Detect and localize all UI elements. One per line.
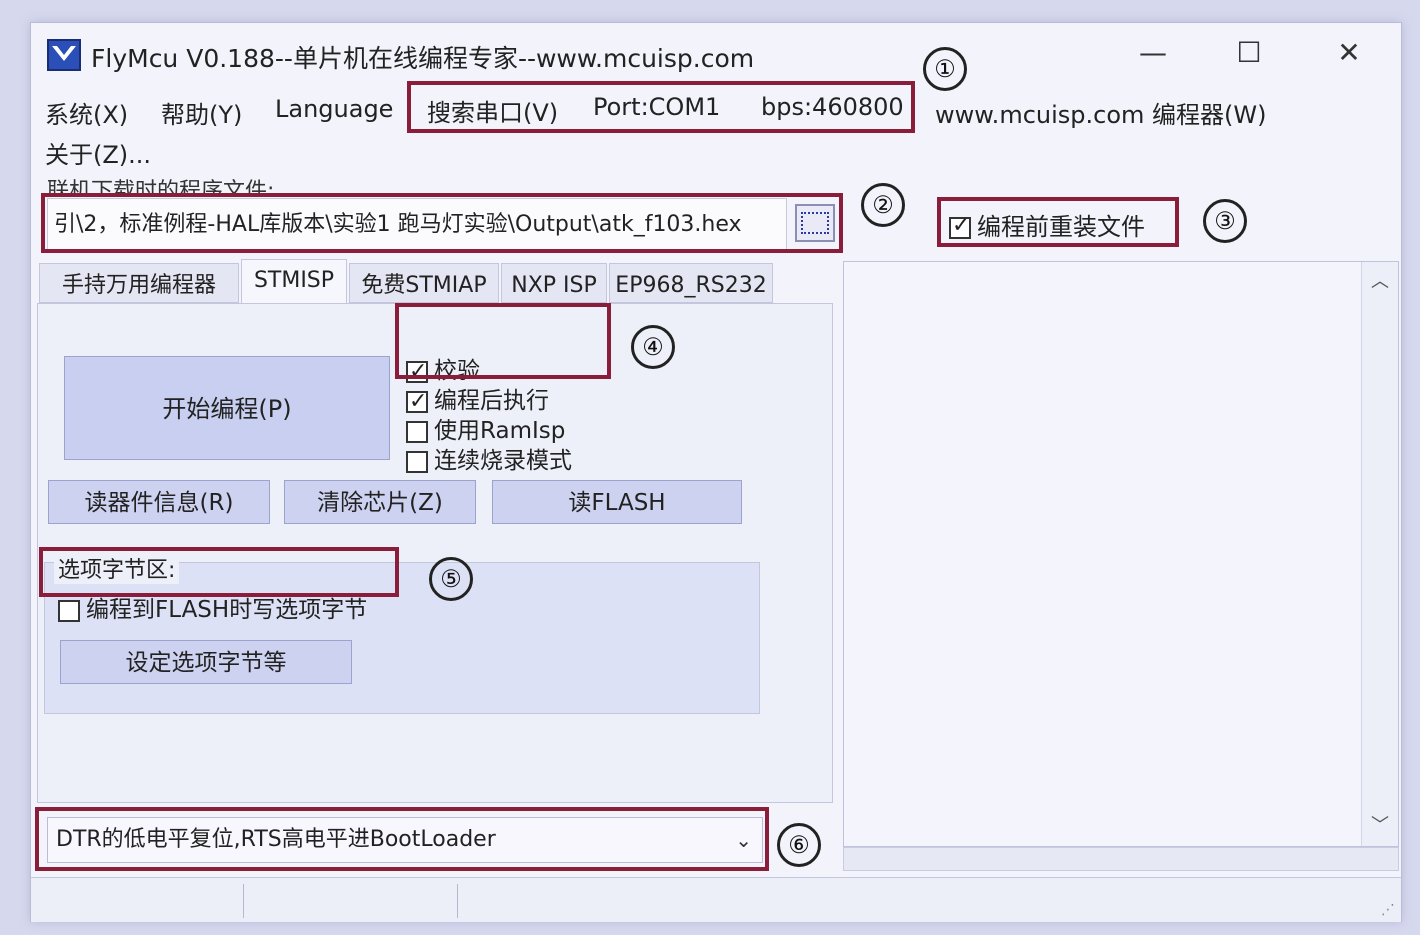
vertical-scrollbar[interactable]: ︿ ﹀ [1361, 262, 1398, 846]
option-bytes-group [44, 562, 760, 714]
menu-language[interactable]: Language [275, 95, 393, 123]
reset-mode-value: DTR的低电平复位,RTS高电平进BootLoader [56, 827, 496, 852]
status-bar: ⋰ [31, 877, 1401, 922]
option-run-after-label: 编程后执行 [434, 388, 549, 414]
file-path-input[interactable]: 引\2，标准例程-HAL库版本\实验1 跑马灯实验\Output\atk_f10… [47, 198, 787, 250]
status-divider [457, 884, 458, 918]
log-output-area[interactable]: ︿ ﹀ [843, 261, 1399, 847]
horizontal-scrollbar[interactable] [843, 847, 1399, 871]
menu-about[interactable]: 关于(Z)... [45, 135, 151, 170]
tab-stmisp[interactable]: STMISP [241, 259, 347, 305]
reload-check-icon[interactable] [949, 213, 971, 239]
chevron-down-icon[interactable]: ⌄ [735, 818, 752, 862]
title-bar: FlyMcu V0.188--单片机在线编程专家--www.mcuisp.com… [31, 23, 1401, 87]
flymcu-window: FlyMcu V0.188--单片机在线编程专家--www.mcuisp.com… [30, 22, 1402, 922]
option-continuous-label: 连续烧录模式 [434, 448, 572, 474]
resize-grip-icon[interactable]: ⋰ [1381, 902, 1395, 918]
read-device-info-button[interactable]: 读器件信息(R) [48, 480, 270, 524]
callout-3: ③ [1203, 199, 1247, 243]
scroll-down-icon[interactable]: ﹀ [1362, 806, 1398, 846]
continuous-check-icon[interactable] [406, 450, 428, 473]
option-checklist: 校验 编程后执行 使用RamIsp 连续烧录模式 [406, 356, 572, 476]
tab-nxp-isp[interactable]: NXP ISP [501, 263, 607, 303]
option-ramisp-label: 使用RamIsp [434, 418, 566, 444]
menu-search-port[interactable]: 搜索串口(V) [427, 93, 558, 128]
write-option-label: 编程到FLASH时写选项字节 [86, 597, 368, 623]
option-ramisp[interactable]: 使用RamIsp [406, 416, 572, 446]
reload-file-label: 编程前重装文件 [977, 213, 1145, 241]
minimize-button[interactable]: — [1123, 31, 1183, 75]
maximize-button[interactable]: ☐ [1219, 31, 1279, 75]
callout-6: ⑥ [777, 823, 821, 867]
file-label: 联机下载时的程序文件: [47, 179, 275, 195]
tab-stmiap[interactable]: 免费STMIAP [349, 263, 499, 303]
option-run-after[interactable]: 编程后执行 [406, 386, 572, 417]
browse-file-button[interactable] [795, 204, 835, 242]
verify-check-icon[interactable] [406, 357, 428, 387]
menu-bar: 系统(X) 帮助(Y) Language 搜索串口(V) Port:COM1 b… [31, 87, 1401, 171]
callout-1: ① [923, 47, 967, 91]
option-verify-label: 校验 [434, 358, 480, 384]
run-after-check-icon[interactable] [406, 387, 428, 417]
callout-4: ④ [631, 325, 675, 369]
option-continuous[interactable]: 连续烧录模式 [406, 446, 572, 476]
write-option-bytes-checkbox[interactable]: 编程到FLASH时写选项字节 [58, 590, 367, 624]
menu-port[interactable]: Port:COM1 [593, 93, 720, 121]
write-option-check-icon[interactable] [58, 599, 80, 622]
option-verify[interactable]: 校验 [406, 356, 572, 387]
browse-dots-icon [801, 212, 829, 234]
read-flash-button[interactable]: 读FLASH [492, 480, 742, 524]
app-logo-icon [47, 39, 81, 71]
option-bytes-label: 选项字节区: [54, 552, 180, 584]
callout-5: ⑤ [429, 557, 473, 601]
set-option-bytes-button[interactable]: 设定选项字节等 [60, 640, 352, 684]
callout-2: ② [861, 183, 905, 227]
menu-programmer[interactable]: www.mcuisp.com 编程器(W) [935, 95, 1266, 130]
start-programming-button[interactable]: 开始编程(P) [64, 356, 390, 460]
menu-help[interactable]: 帮助(Y) [161, 95, 242, 130]
erase-chip-button[interactable]: 清除芯片(Z) [284, 480, 476, 524]
menu-system[interactable]: 系统(X) [45, 95, 128, 130]
status-divider [243, 884, 244, 918]
reload-file-checkbox[interactable]: 编程前重装文件 [949, 207, 1145, 242]
tab-ep968[interactable]: EP968_RS232 [609, 263, 773, 303]
scroll-up-icon[interactable]: ︿ [1362, 262, 1398, 302]
window-title: FlyMcu V0.188--单片机在线编程专家--www.mcuisp.com [91, 44, 755, 73]
reset-mode-select[interactable]: DTR的低电平复位,RTS高电平进BootLoader ⌄ [47, 817, 763, 863]
tab-handheld[interactable]: 手持万用编程器 [39, 263, 239, 303]
ramisp-check-icon[interactable] [406, 420, 428, 443]
stmisp-tab-panel: 开始编程(P) 校验 编程后执行 使用RamIsp 连续烧录模式 读器件信息(R… [37, 303, 833, 803]
close-button[interactable]: ✕ [1319, 31, 1379, 75]
menu-bps[interactable]: bps:460800 [761, 93, 904, 121]
